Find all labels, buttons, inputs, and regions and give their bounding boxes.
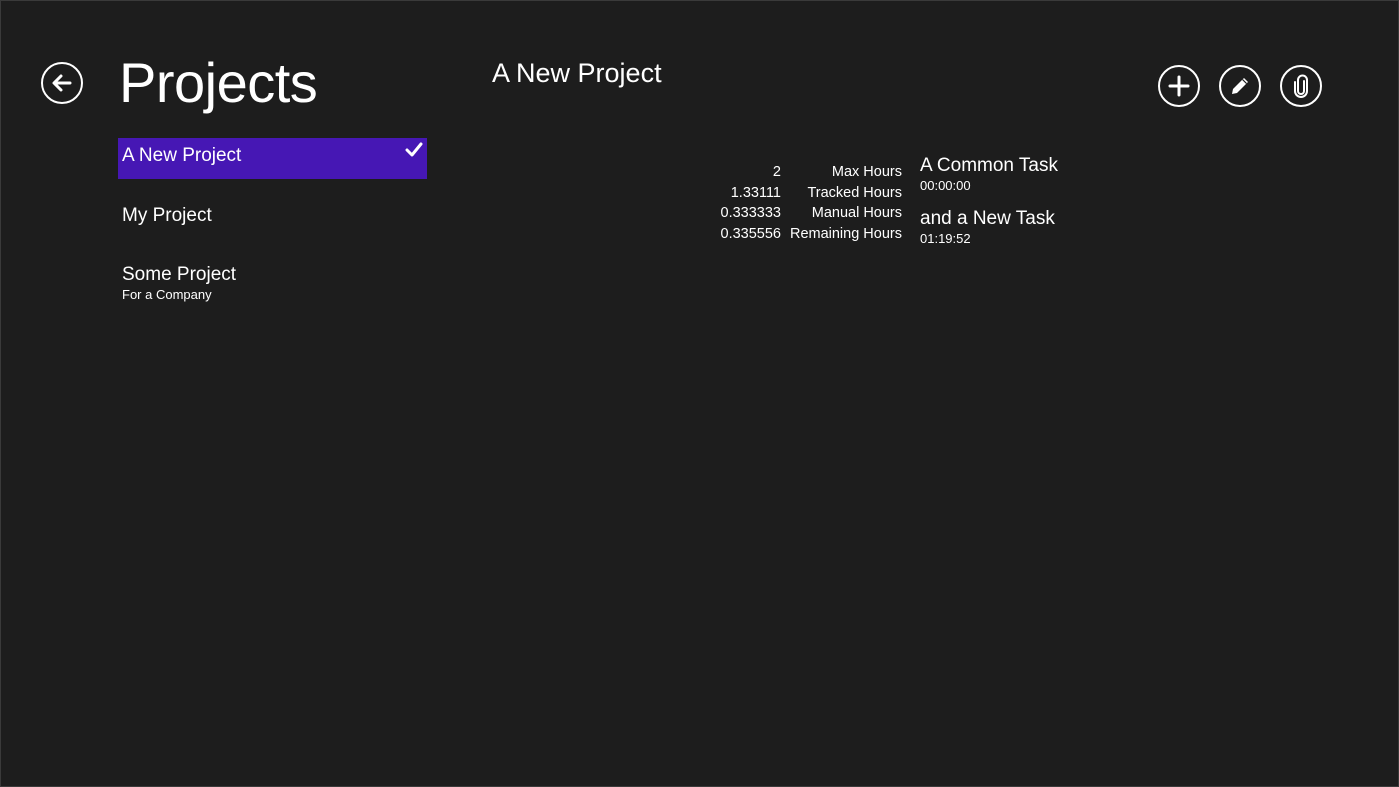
stat-label: Max Hours	[831, 164, 902, 180]
attach-button[interactable]	[1280, 65, 1322, 107]
stat-value: 2	[772, 164, 781, 180]
task-name: A Common Task	[920, 155, 1058, 176]
task-name: and a New Task	[920, 208, 1055, 229]
back-button[interactable]	[41, 62, 83, 104]
project-subtitle: For a Company	[122, 287, 212, 302]
stat-label: Manual Hours	[811, 205, 902, 221]
task-time: 00:00:00	[920, 178, 971, 193]
task-list: A Common Task 00:00:00 and a New Task 01…	[920, 154, 1058, 260]
plus-icon	[1168, 75, 1190, 97]
project-stats: 2 Max Hours 1.33111 Tracked Hours 0.3333…	[701, 162, 902, 244]
project-list: A New Project My Project Some Project Fo…	[118, 138, 427, 303]
task-item[interactable]: A Common Task 00:00:00	[920, 154, 1058, 194]
project-item-some-project[interactable]: Some Project For a Company	[118, 238, 427, 303]
project-item-my-project[interactable]: My Project	[118, 179, 427, 238]
task-item[interactable]: and a New Task 01:19:52	[920, 207, 1058, 247]
stat-row-tracked-hours: 1.33111 Tracked Hours	[701, 183, 902, 204]
stat-value: 0.335556	[720, 225, 781, 242]
stat-row-max-hours: 2 Max Hours	[701, 162, 902, 183]
task-time: 01:19:52	[920, 231, 971, 246]
stat-label: Tracked Hours	[807, 184, 902, 201]
stat-label: Remaining Hours	[789, 225, 902, 242]
paperclip-icon	[1294, 74, 1308, 98]
page-title: Projects	[119, 51, 318, 114]
pencil-icon	[1232, 78, 1248, 94]
edit-button[interactable]	[1219, 65, 1261, 107]
project-name: A New Project	[122, 145, 242, 166]
checkmark-icon	[405, 142, 423, 163]
detail-title: A New Project	[492, 58, 662, 88]
stat-row-remaining-hours: 0.335556 Remaining Hours	[701, 224, 902, 245]
app-window: Projects A New Project A New Project My …	[0, 0, 1399, 787]
back-arrow-icon	[52, 74, 72, 92]
add-button[interactable]	[1158, 65, 1200, 107]
project-name: Some Project	[122, 264, 237, 285]
project-name: My Project	[122, 205, 212, 226]
stat-value: 1.33111	[730, 184, 781, 201]
stat-value: 0.333333	[720, 205, 781, 221]
stat-row-manual-hours: 0.333333 Manual Hours	[701, 203, 902, 224]
project-item-a-new-project[interactable]: A New Project	[118, 138, 427, 179]
